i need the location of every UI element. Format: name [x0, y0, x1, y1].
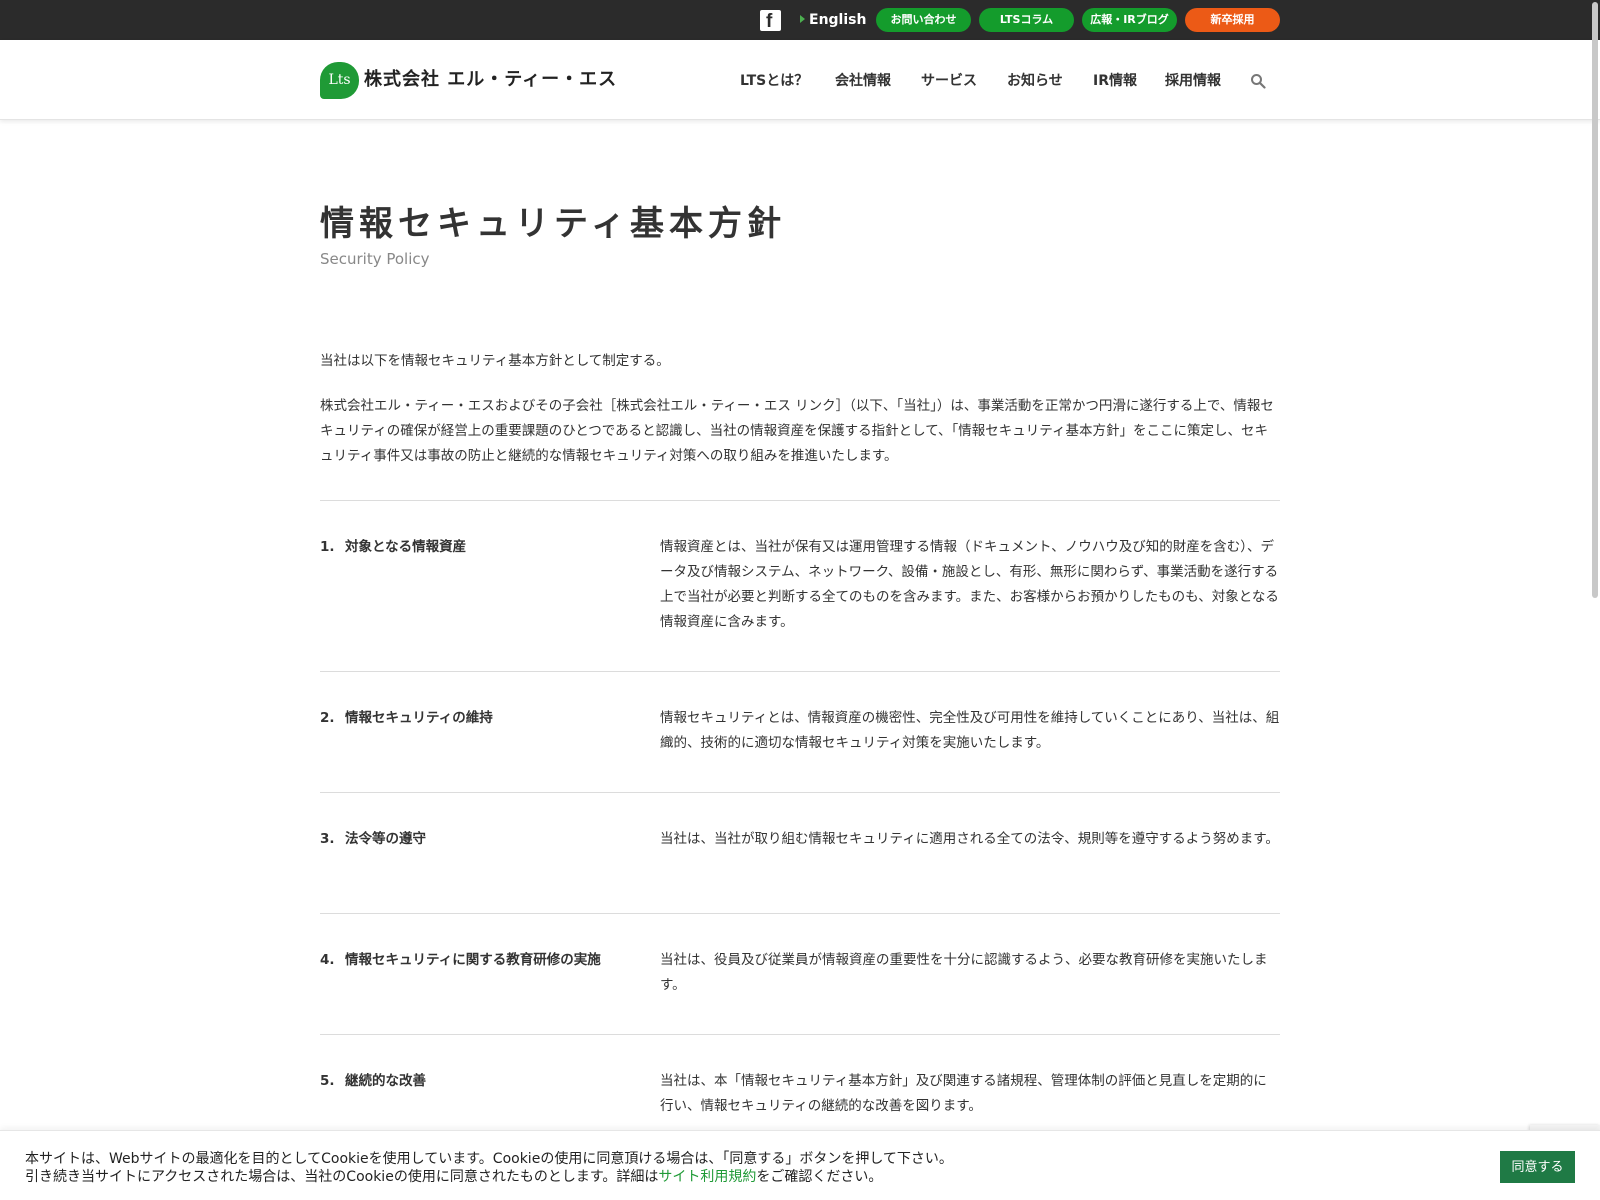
terms-link[interactable]: サイト利用規約: [658, 1169, 756, 1185]
cookie-banner: 本サイトは、Webサイトの最適化を目的としてCookieを使用しています。Coo…: [0, 1130, 1600, 1200]
logo[interactable]: Lts: [320, 62, 359, 99]
divider: [320, 500, 1280, 501]
page-subtitle: Security Policy: [320, 250, 430, 268]
scrollbar-thumb[interactable]: [1592, 2, 1598, 598]
search-icon[interactable]: [1250, 73, 1266, 89]
policy-body: 情報セキュリティとは、情報資産の機密性、完全性及び可用性を維持していくことにあり…: [660, 710, 1280, 751]
top-utility-bar: f English お問い合わせ LTSコラム 広報・IRブログ 新卒採用: [0, 0, 1600, 40]
policy-number: 5.: [320, 1073, 335, 1089]
divider: [320, 792, 1280, 793]
site-header: Lts 株式会社 エル・ティー・エス LTSとは？ 会社情報 サービス お知らせ…: [0, 40, 1600, 120]
page-title: 情報セキュリティ基本方針: [320, 204, 786, 244]
nav-company[interactable]: 会社情報: [835, 70, 891, 92]
lts-column-button[interactable]: LTSコラム: [979, 8, 1074, 32]
company-name[interactable]: 株式会社 エル・ティー・エス: [364, 66, 617, 94]
policy-body: 当社は、当社が取り組む情報セキュリティに適用される全ての法令、規則等を遵守するよ…: [660, 831, 1279, 847]
scrollbar[interactable]: [1592, 0, 1600, 1200]
policy-title: 対象となる情報資産: [345, 539, 467, 555]
policy-number: 3.: [320, 831, 335, 847]
policy-title: 法令等の遵守: [345, 831, 426, 847]
policy-number: 4.: [320, 952, 335, 968]
nav-services[interactable]: サービス: [921, 70, 977, 92]
cookie-line-2: 引き続き当サイトにアクセスされた場合は、当社のCookieの使用に同意されたもの…: [25, 1169, 883, 1185]
triangle-right-icon: [800, 15, 805, 23]
pr-ir-blog-button[interactable]: 広報・IRブログ: [1082, 8, 1177, 32]
intro-statement: 当社は以下を情報セキュリティ基本方針として制定する。: [320, 353, 670, 369]
policy-title: 情報セキュリティに関する教育研修の実施: [345, 952, 601, 968]
nav-ir[interactable]: IR情報: [1093, 70, 1137, 92]
facebook-icon[interactable]: f: [760, 10, 781, 32]
policy-body: 当社は、本「情報セキュリティ基本方針」及び関連する諸規程、管理体制の評価と見直し…: [660, 1073, 1267, 1114]
cookie-message: 本サイトは、Webサイトの最適化を目的としてCookieを使用しています。Coo…: [25, 1150, 953, 1186]
policy-number: 1.: [320, 539, 335, 555]
divider: [320, 671, 1280, 672]
nav-about-lts[interactable]: LTSとは？: [740, 70, 808, 92]
new-grad-recruit-button[interactable]: 新卒採用: [1185, 8, 1280, 32]
intro-paragraph: 株式会社エル・ティー・エスおよびその子会社［株式会社エル・ティー・エス リンク］…: [320, 398, 1274, 464]
agree-button[interactable]: 同意する: [1500, 1151, 1575, 1183]
policy-title: 継続的な改善: [345, 1073, 426, 1089]
contact-button[interactable]: お問い合わせ: [876, 8, 971, 32]
policy-number: 2.: [320, 710, 335, 726]
divider: [320, 1034, 1280, 1035]
policy-body: 当社は、役員及び従業員が情報資産の重要性を十分に認識するよう、必要な教育研修を実…: [660, 952, 1268, 993]
nav-news[interactable]: お知らせ: [1007, 70, 1063, 92]
policy-body: 情報資産とは、当社が保有又は運用管理する情報（ドキュメント、ノウハウ及び知的財産…: [660, 539, 1279, 630]
nav-recruit[interactable]: 採用情報: [1165, 70, 1221, 92]
english-link[interactable]: English: [800, 10, 866, 31]
divider: [320, 913, 1280, 914]
cookie-line-1: 本サイトは、Webサイトの最適化を目的としてCookieを使用しています。Coo…: [25, 1151, 953, 1167]
policy-title: 情報セキュリティの維持: [345, 710, 493, 726]
